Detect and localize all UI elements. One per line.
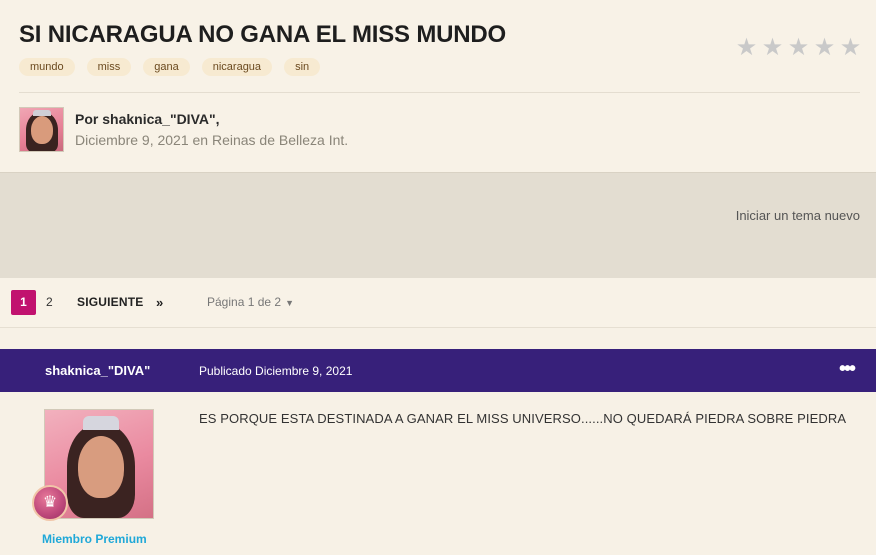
- premium-crown-badge-icon: ♛: [32, 485, 68, 521]
- tag-list: mundo miss gana nicaragua sin: [19, 58, 321, 76]
- star-icon[interactable]: ★: [735, 36, 758, 60]
- avatar-face: [78, 436, 124, 498]
- tag-sin[interactable]: sin: [284, 58, 321, 76]
- post-body: ♛ Miembro Premium ES PORQUE ESTA DESTINA…: [0, 392, 876, 555]
- member-group-label: Miembro Premium: [42, 532, 147, 546]
- header-divider: [19, 92, 860, 93]
- page-info-label: Página 1 de 2: [207, 295, 282, 309]
- star-icon[interactable]: ★: [813, 36, 836, 60]
- post-header: shaknica_"DIVA" Publicado Diciembre 9, 2…: [0, 349, 876, 392]
- last-page-icon[interactable]: »: [156, 290, 163, 315]
- topic-author: Por shaknica_"DIVA", Diciembre 9, 2021 e…: [19, 107, 348, 152]
- crown-icon: [33, 110, 51, 116]
- author-text: Por shaknica_"DIVA", Diciembre 9, 2021 e…: [75, 111, 348, 152]
- page-title: SI NICARAGUA NO GANA EL MISS MUNDO: [19, 21, 506, 48]
- next-page-button[interactable]: SIGUIENTE: [77, 290, 143, 315]
- new-topic-link[interactable]: Iniciar un tema nuevo: [736, 208, 860, 223]
- crown-icon: [83, 416, 119, 430]
- pagination: 1 2 SIGUIENTE » Página 1 de 2 ▼: [0, 278, 876, 328]
- topic-meta: Diciembre 9, 2021 en Reinas de Belleza I…: [75, 132, 349, 148]
- more-options-icon[interactable]: •••: [839, 358, 856, 381]
- topic-header: SI NICARAGUA NO GANA EL MISS MUNDO mundo…: [0, 0, 876, 172]
- star-icon[interactable]: ★: [787, 36, 810, 60]
- page-1-button[interactable]: 1: [11, 290, 36, 315]
- star-icon[interactable]: ★: [761, 36, 784, 60]
- rating-stars: ★ ★ ★ ★ ★: [735, 36, 862, 60]
- tag-gana[interactable]: gana: [143, 58, 190, 76]
- tag-nicaragua[interactable]: nicaragua: [201, 58, 273, 76]
- tag-miss[interactable]: miss: [86, 58, 132, 76]
- avatar-face: [31, 116, 53, 144]
- tag-mundo[interactable]: mundo: [19, 58, 75, 76]
- avatar[interactable]: [19, 107, 64, 152]
- page-2-button[interactable]: 2: [46, 290, 53, 315]
- page-jump-dropdown[interactable]: Página 1 de 2 ▼: [207, 290, 294, 316]
- post-author-name[interactable]: shaknica_"DIVA": [45, 363, 150, 378]
- post-content: ES PORQUE ESTA DESTINADA A GANAR EL MISS…: [199, 411, 847, 426]
- topic-actions-band: Iniciar un tema nuevo: [0, 172, 876, 278]
- star-icon[interactable]: ★: [839, 36, 862, 60]
- post-date[interactable]: Publicado Diciembre 9, 2021: [199, 364, 352, 378]
- author-name[interactable]: Por shaknica_"DIVA",: [75, 111, 348, 127]
- caret-down-icon: ▼: [285, 298, 294, 308]
